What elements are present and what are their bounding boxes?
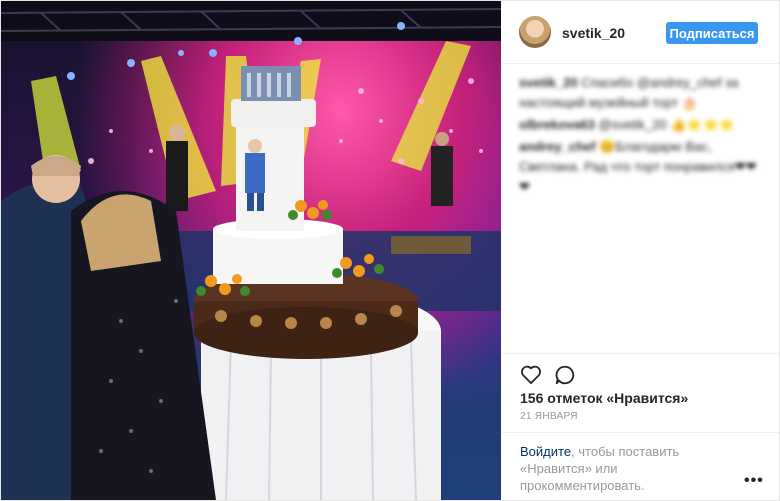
heart-icon[interactable]	[520, 364, 542, 389]
comment-author[interactable]: svetik_20	[519, 75, 578, 90]
post-photo[interactable]	[1, 1, 501, 500]
post-date[interactable]: 21 ЯНВАРЯ	[520, 411, 578, 422]
username-link[interactable]: svetik_20	[562, 25, 625, 41]
avatar[interactable]	[519, 16, 551, 48]
comment-bubble-icon[interactable]	[554, 364, 576, 391]
like-count[interactable]: 156 отметок «Нравится»	[520, 390, 688, 406]
comment-item: olbrekova63 @svetik_20 👍⭐⭐⭐	[519, 115, 764, 135]
post-header: svetik_20 Подписаться	[502, 1, 779, 64]
comment-text: @svetik_20 👍⭐⭐⭐	[598, 117, 735, 132]
comment-item: andrey_chef 😊Благодарю Вас, Светлана. Ра…	[519, 137, 764, 197]
login-prompt: Войдите, чтобы поставить «Нравится» или …	[502, 432, 779, 501]
login-text: Войдите, чтобы поставить «Нравится» или …	[520, 443, 720, 494]
action-bar	[502, 353, 779, 394]
comment-author[interactable]: andrey_chef	[519, 139, 596, 154]
cake-party-illustration	[1, 1, 501, 500]
login-link[interactable]: Войдите	[520, 444, 571, 459]
follow-button[interactable]: Подписаться	[666, 22, 758, 44]
post-side-panel: svetik_20 Подписаться svetik_20 Спасибо …	[502, 1, 779, 500]
instagram-post: svetik_20 Подписаться svetik_20 Спасибо …	[0, 0, 780, 501]
comment-item: svetik_20 Спасибо @andrey_chef за настоя…	[519, 73, 764, 113]
more-options-icon[interactable]: •••	[744, 472, 764, 490]
comment-author[interactable]: olbrekova63	[519, 117, 595, 132]
comment-list: svetik_20 Спасибо @andrey_chef за настоя…	[519, 73, 764, 199]
